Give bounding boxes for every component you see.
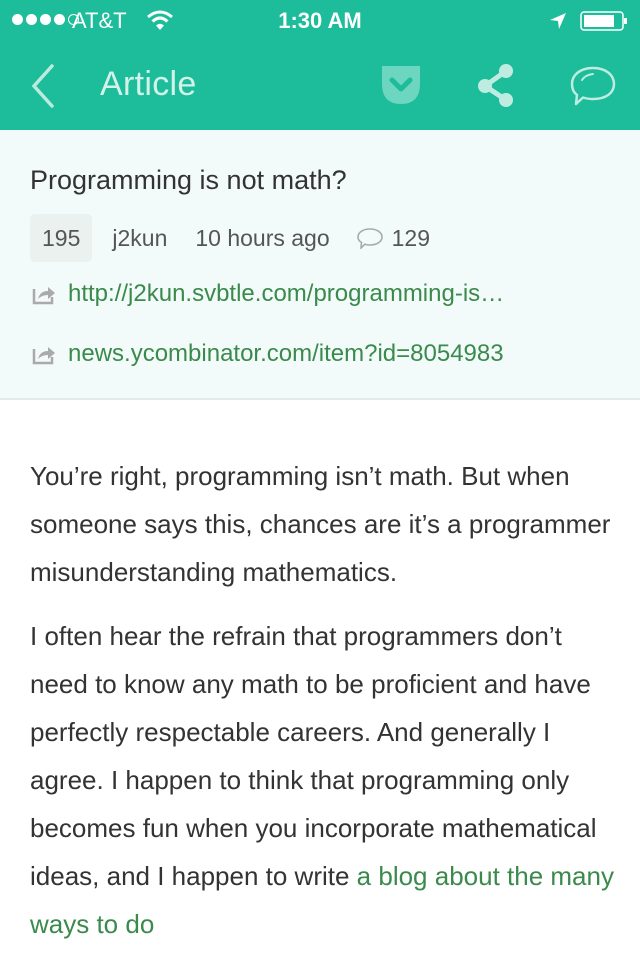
paragraph-2: I often hear the refrain that programmer… (30, 612, 620, 948)
navigation-bar: Article (0, 40, 640, 130)
external-link-icon (32, 347, 55, 365)
hn-url-text[interactable]: news.ycombinator.com/item?id=8054983 (68, 340, 504, 368)
top-bar: AT&T 1:30 AM Article (0, 0, 640, 130)
points-badge: 195 (30, 214, 93, 262)
external-link-icon (32, 287, 55, 305)
location-arrow-icon (550, 13, 566, 29)
pocket-icon[interactable] (378, 62, 424, 108)
article-body: You’re right, programming isn’t math. Bu… (30, 452, 620, 960)
status-time: 1:30 AM (278, 8, 362, 33)
hn-discussion-link[interactable]: news.ycombinator.com/item?id=8054983 (32, 340, 504, 368)
nav-title: Article (100, 65, 197, 103)
article-title: Programming is not math? (30, 165, 347, 195)
author-link[interactable]: j2kun (112, 225, 167, 252)
comment-bubble-icon[interactable] (568, 62, 618, 112)
comment-count-icon (356, 228, 383, 249)
article-url-text[interactable]: http://j2kun.svbtle.com/programming-is… (68, 280, 504, 308)
share-icon[interactable] (476, 62, 518, 108)
status-bar: AT&T 1:30 AM (0, 0, 640, 40)
article-meta: 195 j2kun 10 hours ago 129 (30, 214, 430, 262)
back-chevron-icon[interactable] (26, 62, 60, 110)
comment-count[interactable]: 129 (392, 225, 430, 252)
article-url-link[interactable]: http://j2kun.svbtle.com/programming-is… (32, 280, 504, 308)
paragraph-1: You’re right, programming isn’t math. Bu… (30, 461, 611, 587)
time-ago: 10 hours ago (195, 224, 330, 251)
article-header: Programming is not math? 195 j2kun 10 ho… (0, 130, 640, 400)
paragraph-2-text: I often hear the refrain that programmer… (30, 621, 597, 891)
battery-icon (580, 11, 627, 31)
